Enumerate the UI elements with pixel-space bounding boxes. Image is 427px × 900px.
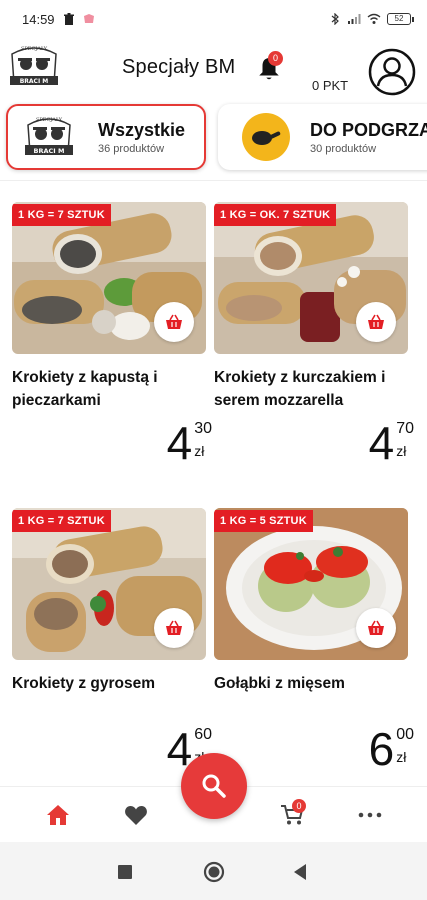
- product-name[interactable]: Krokiety z kapustą i pieczarkami: [12, 366, 208, 412]
- add-to-basket-button[interactable]: [356, 302, 396, 342]
- price-integer: 6: [368, 723, 395, 775]
- basket-icon: [368, 314, 384, 329]
- back-icon[interactable]: [292, 863, 308, 881]
- user-account-icon[interactable]: [368, 48, 416, 96]
- category-name: DO PODGRZA: [310, 119, 427, 140]
- product-price: 4 70 zł: [369, 420, 414, 466]
- nav-favorites[interactable]: [122, 803, 150, 827]
- notifications-badge: 0: [268, 51, 283, 66]
- category-count: 36 produktów: [98, 142, 165, 155]
- category-carousel[interactable]: BRACI M SPECJAŁY Wszystkie 36 produktów …: [0, 100, 427, 178]
- price-integer: 4: [166, 417, 193, 469]
- add-to-basket-button[interactable]: [154, 608, 194, 648]
- add-to-basket-button[interactable]: [356, 608, 396, 648]
- page-title: Specjały BM: [122, 56, 236, 78]
- price-decimal: 60: [194, 726, 212, 743]
- price-currency: zł: [396, 749, 407, 765]
- points-label: 0 PKT: [312, 78, 349, 93]
- product-image[interactable]: 1 KG = 7 SZTUK: [12, 508, 206, 660]
- search-button[interactable]: [181, 753, 247, 819]
- basket-icon: [166, 620, 182, 635]
- status-time: 14:59: [22, 11, 55, 27]
- add-to-basket-button[interactable]: [154, 302, 194, 342]
- system-navigation-bar: [0, 842, 427, 900]
- price-decimal: 70: [396, 420, 414, 437]
- weight-tag: 1 KG = 7 SZTUK: [12, 204, 111, 226]
- battery-indicator: 52: [387, 13, 414, 25]
- price-decimal: 00: [396, 726, 414, 743]
- product-name[interactable]: Gołąbki z mięsem: [214, 672, 410, 695]
- home-system-icon[interactable]: [203, 861, 225, 883]
- product-card[interactable]: 1 KG = 7 SZTUK Krokiety z gyrosem 4 60 z…: [12, 508, 212, 772]
- more-icon: [358, 812, 382, 818]
- trash-icon: [63, 13, 74, 25]
- category-count: 30 produktów: [310, 142, 377, 155]
- search-icon: [202, 774, 226, 798]
- cart-badge: 0: [292, 799, 306, 813]
- home-icon: [47, 805, 69, 825]
- product-card[interactable]: 1 KG = 5 SZTUK Gołąbki z mięsem 6 00 zł: [214, 508, 414, 772]
- recent-apps-icon[interactable]: [117, 864, 133, 880]
- app-header: BRACI M SPECJAŁY Specjały BM 0 0 PKT: [0, 38, 427, 100]
- price-currency: zł: [194, 443, 205, 459]
- product-price: 4 30 zł: [167, 420, 212, 466]
- frying-pan-icon: [242, 113, 290, 161]
- weight-tag: 1 KG = OK. 7 SZTUK: [214, 204, 337, 226]
- price-integer: 4: [368, 417, 395, 469]
- product-image[interactable]: 1 KG = 5 SZTUK: [214, 508, 408, 660]
- svg-text:BRACI M: BRACI M: [20, 78, 49, 85]
- app-notification-icon: [83, 14, 94, 23]
- product-card[interactable]: 1 KG = OK. 7 SZTUK Krokiety z kurczakiem…: [214, 202, 414, 466]
- product-card[interactable]: 1 KG = 7 SZTUK Krokiety z kapustą i piec…: [12, 202, 212, 466]
- wifi-icon: [367, 13, 381, 24]
- svg-text:SPECJAŁY: SPECJAŁY: [21, 46, 48, 52]
- svg-text:SPECJAŁY: SPECJAŁY: [36, 117, 63, 123]
- product-name[interactable]: Krokiety z kurczakiem i serem mozzarella: [214, 366, 410, 412]
- basket-icon: [368, 620, 384, 635]
- basket-icon: [166, 314, 182, 329]
- divider: [0, 180, 427, 181]
- svg-text:BRACI M: BRACI M: [34, 147, 65, 155]
- category-to-reheat[interactable]: DO PODGRZA 30 produktów: [218, 104, 427, 170]
- price-decimal: 30: [194, 420, 212, 437]
- brand-logo[interactable]: BRACI M SPECJAŁY: [6, 40, 62, 92]
- product-image[interactable]: 1 KG = OK. 7 SZTUK: [214, 202, 408, 354]
- brand-logo-icon: BRACI M SPECJAŁY: [25, 117, 73, 155]
- heart-icon: [125, 806, 147, 825]
- signal-icon: [348, 14, 361, 24]
- product-name[interactable]: Krokiety z gyrosem: [12, 672, 208, 695]
- nav-more[interactable]: [356, 803, 384, 827]
- weight-tag: 1 KG = 5 SZTUK: [214, 510, 313, 532]
- status-bar: 14:59 52: [0, 0, 427, 38]
- weight-tag: 1 KG = 7 SZTUK: [12, 510, 111, 532]
- category-all[interactable]: BRACI M SPECJAŁY Wszystkie 36 produktów: [6, 104, 206, 170]
- nav-home[interactable]: [44, 803, 72, 827]
- product-image[interactable]: 1 KG = 7 SZTUK: [12, 202, 206, 354]
- bluetooth-icon: [331, 13, 339, 25]
- category-name: Wszystkie: [98, 119, 186, 140]
- price-currency: zł: [396, 443, 407, 459]
- product-price: 6 00 zł: [369, 726, 414, 772]
